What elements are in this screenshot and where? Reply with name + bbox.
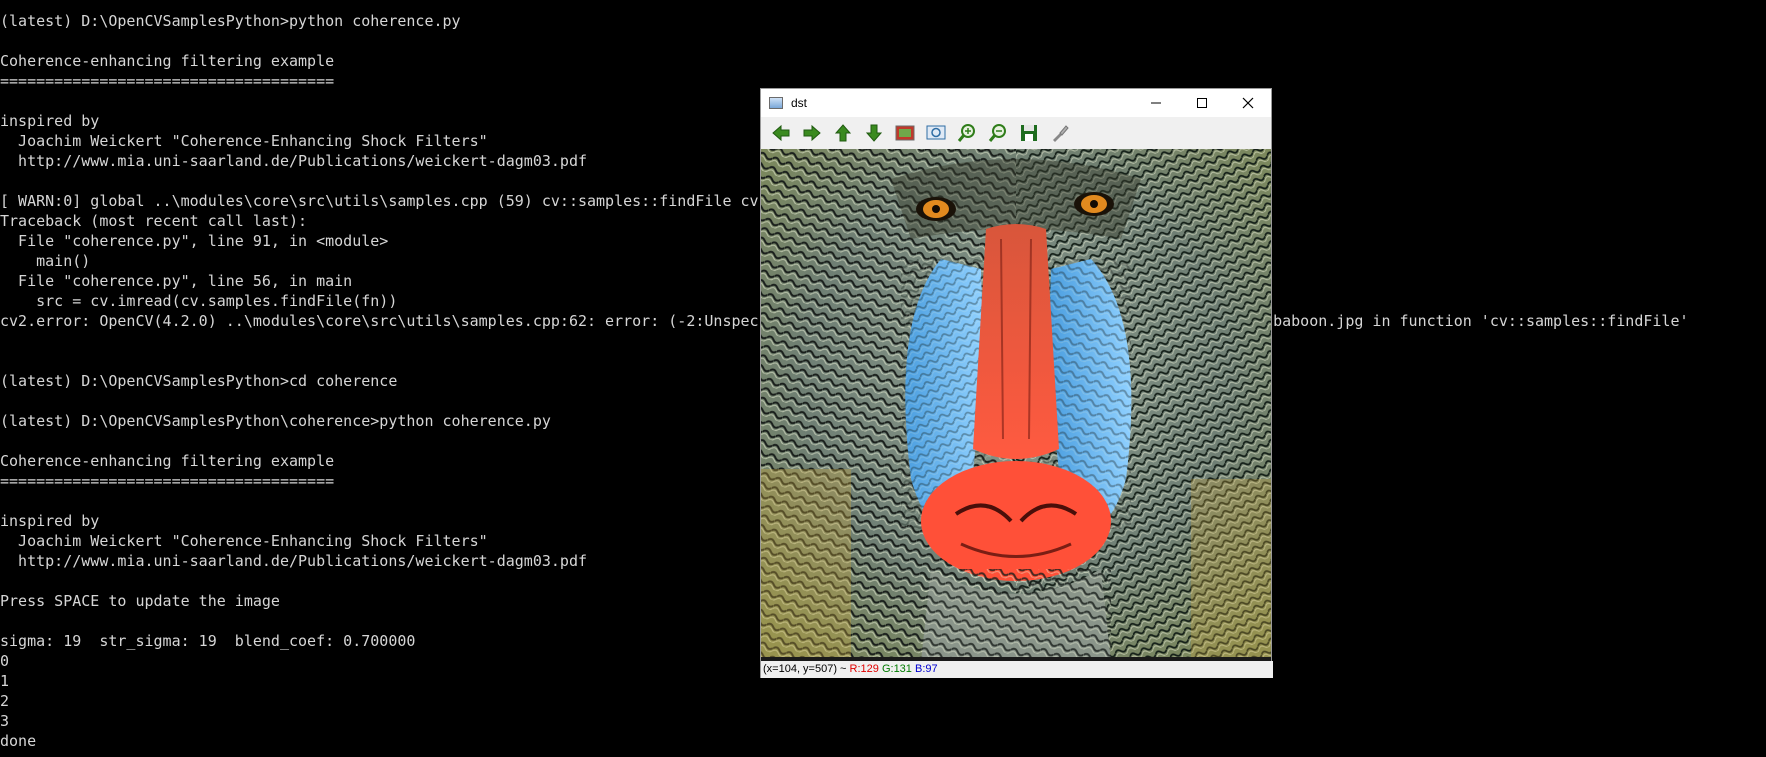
console-line: ===================================== (0, 472, 335, 490)
status-coords: (x=104, y=507) ~ (763, 663, 850, 675)
console-line: 1 (0, 672, 10, 690)
maximize-icon (1197, 98, 1207, 108)
close-button[interactable] (1225, 89, 1271, 117)
console-line: Coherence-enhancing filtering example (0, 452, 335, 470)
pan-up-button[interactable] (827, 119, 858, 147)
console-line: inspired by (0, 512, 100, 530)
save-button[interactable] (1013, 119, 1044, 147)
console-line: done (0, 732, 37, 750)
properties-button[interactable] (1044, 119, 1075, 147)
console-line: src = cv.imread(cv.samples.findFile(fn)) (0, 292, 398, 310)
status-red-value: R:129 (849, 663, 879, 675)
pan-right-button[interactable] (796, 119, 827, 147)
image-toolbar (761, 117, 1271, 149)
console-line: ===================================== (0, 72, 335, 90)
minimize-button[interactable] (1133, 89, 1179, 117)
maximize-button[interactable] (1179, 89, 1225, 117)
pan-right-icon (803, 124, 821, 142)
console-line: (latest) D:\OpenCVSamplesPython>cd coher… (0, 372, 398, 390)
properties-icon (1052, 125, 1069, 142)
baboon-image (761, 149, 1271, 661)
pan-left-button[interactable] (765, 119, 796, 147)
app-icon (769, 97, 783, 109)
pan-up-icon (834, 124, 851, 142)
pan-down-icon (865, 124, 882, 142)
zoom-fit-button[interactable] (920, 119, 951, 147)
window-titlebar[interactable]: dst (761, 89, 1271, 117)
zoom-fit-icon (926, 125, 945, 140)
close-icon (1242, 97, 1254, 109)
pixel-status-bar: (x=104, y=507) ~ R:129 G:131 B:97 (761, 661, 1273, 678)
window-title: dst (791, 96, 808, 110)
pan-down-button[interactable] (858, 119, 889, 147)
console-line: Traceback (most recent call last): (0, 212, 308, 230)
console-line: http://www.mia.uni-saarland.de/Publicati… (0, 152, 587, 170)
console-line: Joachim Weickert "Coherence-Enhancing Sh… (0, 132, 488, 150)
save-icon (1020, 125, 1037, 141)
console-line: Press SPACE to update the image (0, 592, 280, 610)
console-line: Coherence-enhancing filtering example (0, 52, 335, 70)
pan-left-icon (771, 124, 789, 142)
console-line: (latest) D:\OpenCVSamplesPython\coherenc… (0, 412, 551, 430)
console-line: cv2.error: OpenCV(4.2.0) ..\modules\core… (0, 312, 759, 330)
zoom-in-icon (957, 124, 975, 142)
console-line: 3 (0, 712, 10, 730)
status-green-value: G:131 (881, 663, 912, 675)
console-line: 2 (0, 692, 10, 710)
console-line: 0 (0, 652, 10, 670)
console-line: http://www.mia.uni-saarland.de/Publicati… (0, 552, 587, 570)
zoom-out-button[interactable] (982, 119, 1013, 147)
opencv-image-window[interactable]: dst (x=104, y=507) ~ R:129 G:131 B:97 (760, 88, 1273, 678)
console-line: main() (0, 252, 91, 270)
minimize-icon (1151, 102, 1161, 104)
console-line: Joachim Weickert "Coherence-Enhancing Sh… (0, 532, 488, 550)
status-blue-value: B:97 (914, 663, 938, 675)
console-line: [ WARN:0] global ..\modules\core\src\uti… (0, 192, 759, 210)
error-line-tail: e: baboon.jpg in function 'cv::samples::… (1246, 312, 1689, 330)
console-line: File "coherence.py", line 56, in main (0, 272, 353, 290)
image-display[interactable] (761, 149, 1271, 661)
console-line: inspired by (0, 112, 100, 130)
zoom-out-icon (988, 124, 1006, 142)
console-line: sigma: 19 str_sigma: 19 blend_coef: 0.70… (0, 632, 416, 650)
console-line: (latest) D:\OpenCVSamplesPython>python c… (0, 12, 461, 30)
zoom-reset-button[interactable] (889, 119, 920, 147)
zoom-in-button[interactable] (951, 119, 982, 147)
console-line: File "coherence.py", line 91, in <module… (0, 232, 389, 250)
zoom-reset-icon (895, 125, 914, 141)
